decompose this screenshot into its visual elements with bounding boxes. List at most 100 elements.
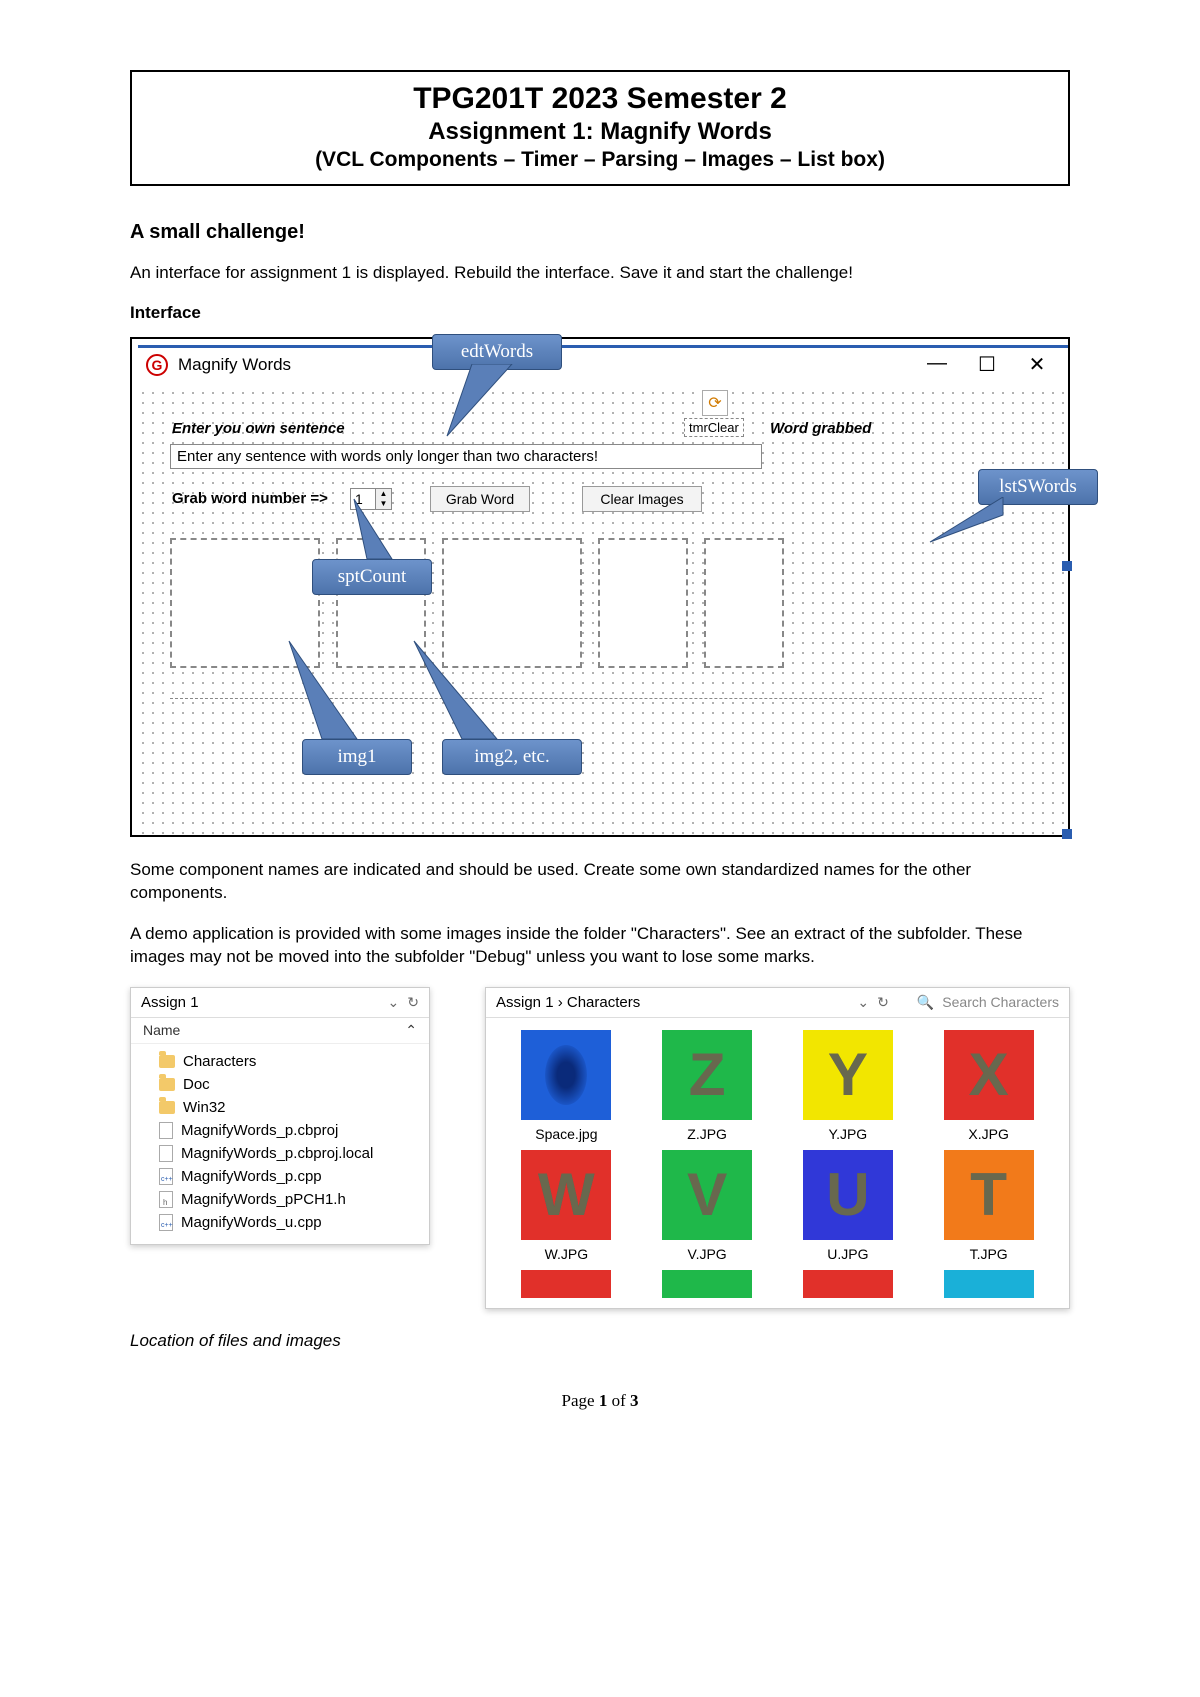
clear-images-button[interactable]: Clear Images xyxy=(582,486,702,512)
thumbnail-image xyxy=(521,1270,611,1298)
thumbnail-item[interactable] xyxy=(924,1270,1053,1298)
thumbnail-image: T xyxy=(944,1150,1034,1240)
page-number: Page 1 of 3 xyxy=(130,1391,1070,1411)
form-window: G Magnify Words — ☐ ✕ Enter you own sent… xyxy=(138,345,1068,835)
thumbnail-label: X.JPG xyxy=(968,1126,1008,1142)
thumbnail-label: Z.JPG xyxy=(687,1126,727,1142)
thumbnail-label: T.JPG xyxy=(970,1246,1008,1262)
designer-screenshot: G Magnify Words — ☐ ✕ Enter you own sent… xyxy=(130,337,1070,837)
chevron-down-icon[interactable]: ⌄ xyxy=(857,994,869,1011)
para-demo-app: A demo application is provided with some… xyxy=(130,923,1070,969)
thumbnail-grid: Space.jpg Z Z.JPG Y Y.JPG X X.JPG W W.JPG V V.JPG U… xyxy=(486,1018,1069,1308)
callout-sptcount: sptCount xyxy=(312,559,432,595)
thumbnail-image: Z xyxy=(662,1030,752,1120)
thumbnail-image: V xyxy=(662,1150,752,1240)
thumbnail-item[interactable] xyxy=(502,1270,631,1298)
design-grid: Enter you own sentence ⟳ tmrClear Word g… xyxy=(138,388,1068,835)
para-component-names: Some component names are indicated and s… xyxy=(130,859,1070,905)
col-name: Name xyxy=(143,1022,180,1039)
cpp-file-icon xyxy=(159,1214,173,1231)
grab-word-button[interactable]: Grab Word xyxy=(430,486,530,512)
callout-img2: img2, etc. xyxy=(442,739,582,775)
chevron-down-icon[interactable]: ⌄ xyxy=(388,994,400,1011)
thumbnail-item[interactable]: Y Y.JPG xyxy=(784,1030,913,1142)
thumbnail-item[interactable]: Z Z.JPG xyxy=(643,1030,772,1142)
intro-paragraph: An interface for assignment 1 is display… xyxy=(130,262,1070,285)
crumb-left[interactable]: Assign 1 xyxy=(141,994,380,1011)
timer-label: tmrClear xyxy=(684,418,744,437)
thumbnail-item[interactable]: U U.JPG xyxy=(784,1150,913,1262)
column-header[interactable]: Name ⌃ xyxy=(131,1018,429,1044)
tree-item-label: MagnifyWords_u.cpp xyxy=(181,1214,322,1231)
callout-img2-tail xyxy=(412,639,502,744)
tree-item[interactable]: MagnifyWords_p.cbproj.local xyxy=(141,1142,423,1165)
crumb-right[interactable]: Assign 1 › Characters xyxy=(496,994,849,1011)
thumbnail-label: U.JPG xyxy=(827,1246,868,1262)
thumbnail-item[interactable] xyxy=(784,1270,913,1298)
thumbnail-item[interactable]: V V.JPG xyxy=(643,1150,772,1262)
label-enter-sentence: Enter you own sentence xyxy=(172,420,345,437)
thumbnail-label: V.JPG xyxy=(688,1246,727,1262)
img5-slot xyxy=(704,538,784,668)
thumbnail-label: W.JPG xyxy=(545,1246,589,1262)
tree-item-label: Characters xyxy=(183,1053,256,1070)
thumbnail-image xyxy=(944,1270,1034,1298)
section-heading: A small challenge! xyxy=(130,221,1070,244)
search-icon[interactable]: 🔍 xyxy=(917,994,934,1011)
refresh-icon[interactable]: ↻ xyxy=(407,994,419,1011)
thumbnail-item[interactable]: W W.JPG xyxy=(502,1150,631,1262)
explorer-row: Assign 1 ⌄ ↻ Name ⌃ Characters Doc Win32 Ma… xyxy=(130,987,1070,1309)
explorer-pane-left: Assign 1 ⌄ ↻ Name ⌃ Characters Doc Win32 Ma… xyxy=(130,987,430,1245)
tree-item-label: MagnifyWords_p.cbproj.local xyxy=(181,1145,373,1162)
thumbnail-item[interactable]: Space.jpg xyxy=(502,1030,631,1142)
callout-lstswords-tail xyxy=(928,497,1008,547)
thumbnail-label: Space.jpg xyxy=(535,1126,597,1142)
folder-icon xyxy=(159,1055,175,1068)
tree-item-label: MagnifyWords_pPCH1.h xyxy=(181,1191,346,1208)
thumbnail-item[interactable]: X X.JPG xyxy=(924,1030,1053,1142)
tree-item[interactable]: MagnifyWords_p.cbproj xyxy=(141,1119,423,1142)
title-box: TPG201T 2023 Semester 2 Assignment 1: Ma… xyxy=(130,70,1070,186)
thumbnail-item[interactable] xyxy=(643,1270,772,1298)
search-placeholder[interactable]: Search Characters xyxy=(942,994,1059,1010)
tree-item-label: Win32 xyxy=(183,1099,226,1116)
tree-item[interactable]: Win32 xyxy=(141,1096,423,1119)
label-grab-number: Grab word number => xyxy=(172,490,328,507)
tree-item[interactable]: MagnifyWords_pPCH1.h xyxy=(141,1188,423,1211)
tree-item-label: MagnifyWords_p.cbproj xyxy=(181,1122,338,1139)
thumbnail-image: Y xyxy=(803,1030,893,1120)
thumbnail-image: X xyxy=(944,1030,1034,1120)
thumbnail-image xyxy=(803,1270,893,1298)
maximize-button[interactable]: ☐ xyxy=(974,352,1000,377)
pane-left-header: Assign 1 ⌄ ↻ xyxy=(131,988,429,1018)
folder-icon xyxy=(159,1101,175,1114)
design-handle-corner xyxy=(1062,829,1072,839)
pane-right-header: Assign 1 › Characters ⌄ ↻ 🔍 Search Chara… xyxy=(486,988,1069,1018)
refresh-icon[interactable]: ↻ xyxy=(877,994,889,1011)
timer-icon[interactable]: ⟳ xyxy=(702,390,728,416)
thumbnail-image: U xyxy=(803,1150,893,1240)
file-tree: Characters Doc Win32 MagnifyWords_p.cbproj M… xyxy=(131,1044,429,1244)
tree-item[interactable]: Doc xyxy=(141,1073,423,1096)
callout-img1-tail xyxy=(287,639,367,744)
tree-item-label: MagnifyWords_p.cpp xyxy=(181,1168,322,1185)
app-icon: G xyxy=(146,354,168,376)
edt-words[interactable]: Enter any sentence with words only longe… xyxy=(170,444,762,469)
folder-icon xyxy=(159,1078,175,1091)
h-file-icon xyxy=(159,1191,173,1208)
minimize-button[interactable]: — xyxy=(924,352,950,377)
thumbnail-label: Y.JPG xyxy=(829,1126,868,1142)
interface-heading: Interface xyxy=(130,303,1070,323)
thumbnail-image xyxy=(521,1030,611,1120)
title-main: TPG201T 2023 Semester 2 xyxy=(152,82,1048,116)
tree-item[interactable]: Characters xyxy=(141,1050,423,1073)
title-sub: Assignment 1: Magnify Words xyxy=(152,118,1048,146)
tree-item[interactable]: MagnifyWords_u.cpp xyxy=(141,1211,423,1234)
img4-slot xyxy=(598,538,688,668)
thumbnail-item[interactable]: T T.JPG xyxy=(924,1150,1053,1262)
thumbnail-image: W xyxy=(521,1150,611,1240)
tree-item[interactable]: MagnifyWords_p.cpp xyxy=(141,1165,423,1188)
title-sub2: (VCL Components – Timer – Parsing – Imag… xyxy=(152,148,1048,172)
close-button[interactable]: ✕ xyxy=(1024,352,1050,377)
sort-icon: ⌃ xyxy=(405,1022,417,1039)
